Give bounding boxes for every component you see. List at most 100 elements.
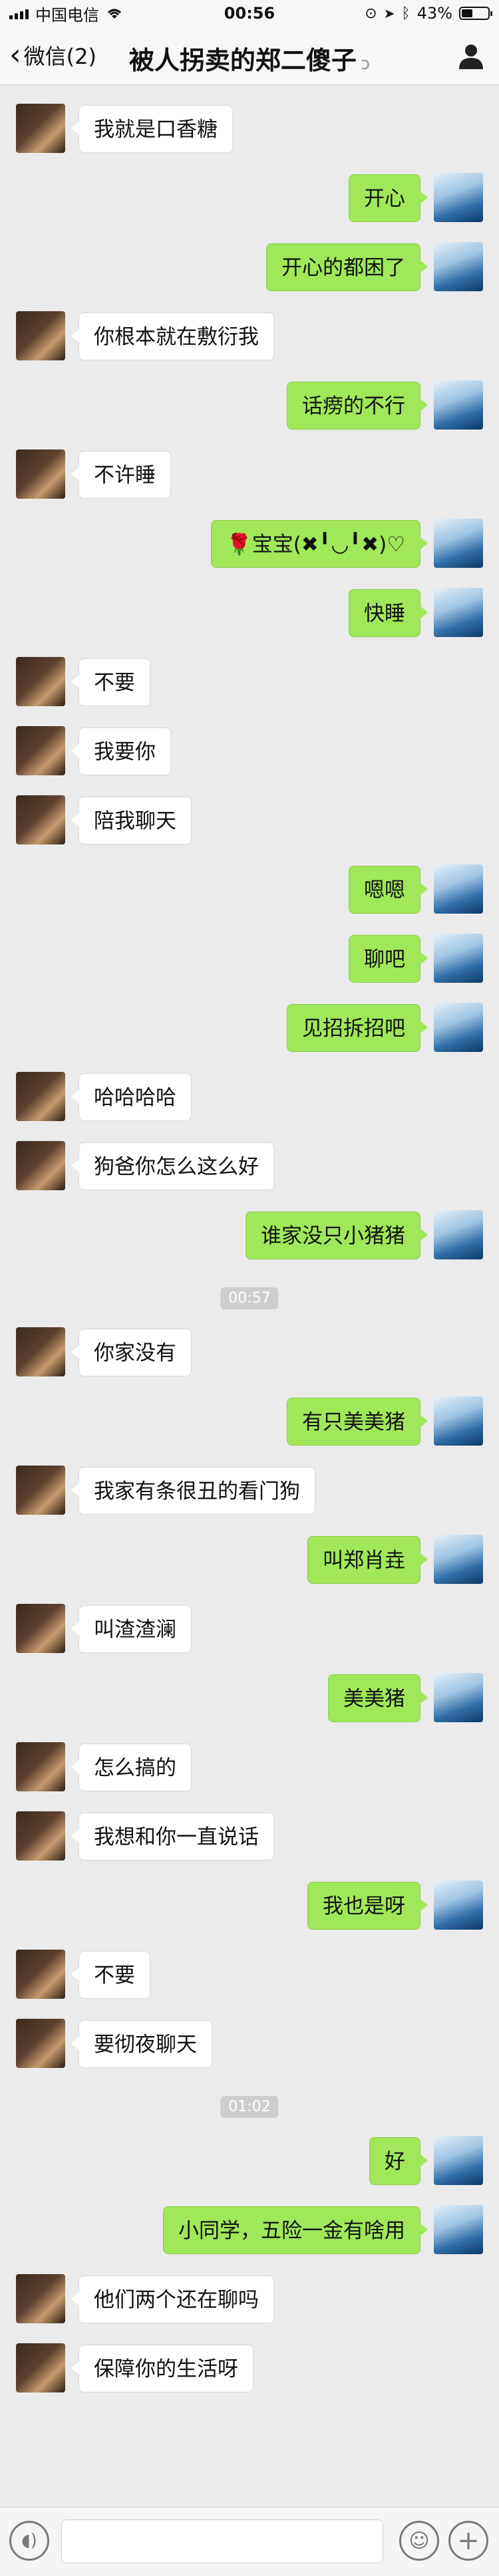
self-avatar[interactable] — [434, 1003, 483, 1052]
input-bar: ◖) ☺ + — [0, 2507, 499, 2576]
message-bubble[interactable]: 陪我聊天 — [71, 797, 192, 844]
message-bubble[interactable]: 我也是呀 — [307, 1882, 428, 1930]
contact-avatar[interactable] — [16, 311, 65, 360]
contact-avatar[interactable] — [16, 1604, 65, 1653]
message-bubble[interactable]: 保障你的生活呀 — [71, 2345, 253, 2392]
self-avatar[interactable] — [434, 173, 483, 222]
self-avatar[interactable] — [434, 242, 483, 291]
self-avatar[interactable] — [434, 864, 483, 914]
message-bubble[interactable]: 怎么搞的 — [71, 1743, 192, 1791]
message-row-received: 保障你的生活呀 — [0, 2338, 499, 2407]
message-row-sent: 见招拆招吧 — [0, 997, 499, 1067]
plus-icon[interactable]: + — [448, 2521, 488, 2561]
self-avatar[interactable] — [434, 1673, 483, 1722]
message-input[interactable] — [61, 2519, 383, 2563]
message-row-sent: 美美猪 — [0, 1668, 499, 1737]
message-bubble[interactable]: 好 — [369, 2137, 428, 2185]
message-row-received: 你家没有 — [0, 1322, 499, 1391]
contact-avatar[interactable] — [16, 1072, 65, 1121]
voice-icon[interactable]: ◖) — [9, 2521, 49, 2561]
self-avatar[interactable] — [434, 934, 483, 983]
message-bubble[interactable]: 我家有条很丑的看门狗 — [71, 1467, 315, 1515]
message-bubble[interactable]: 你根本就在敷衍我 — [71, 313, 274, 360]
self-avatar[interactable] — [434, 1880, 483, 1930]
timestamp-row: 01:02 — [0, 2083, 499, 2130]
contact-avatar[interactable] — [16, 1141, 65, 1190]
emoji-icon[interactable]: ☺ — [399, 2521, 439, 2561]
message-row-sent: 开心的都困了 — [0, 237, 499, 306]
message-row-sent: 话痨的不行 — [0, 375, 499, 444]
message-bubble[interactable]: 开心 — [349, 174, 428, 222]
message-row-received: 不要 — [0, 1944, 499, 2013]
contact-avatar[interactable] — [16, 1742, 65, 1791]
message-bubble[interactable]: 我想和你一直说话 — [71, 1813, 274, 1861]
location-icon: ➤ — [383, 5, 395, 21]
message-bubble[interactable]: 有只美美猪 — [287, 1398, 428, 1446]
message-bubble[interactable]: 不要 — [71, 658, 150, 706]
contact-avatar[interactable] — [16, 2343, 65, 2392]
message-row-received: 你根本就在敷衍我 — [0, 306, 499, 375]
message-row-sent: 聊吧 — [0, 928, 499, 997]
message-bubble[interactable]: 他们两个还在聊吗 — [71, 2275, 274, 2323]
self-avatar[interactable] — [434, 1210, 483, 1259]
message-bubble[interactable]: 美美猪 — [328, 1674, 428, 1722]
message-bubble[interactable]: 不许睡 — [71, 451, 171, 499]
self-avatar[interactable] — [434, 1535, 483, 1584]
self-avatar[interactable] — [434, 380, 483, 430]
message-bubble[interactable]: 我要你 — [71, 727, 171, 775]
message-row-received: 我家有条很丑的看门狗 — [0, 1460, 499, 1529]
contact-avatar[interactable] — [16, 2274, 65, 2323]
message-bubble[interactable]: 不要 — [71, 1951, 150, 1999]
self-avatar[interactable] — [434, 1396, 483, 1446]
message-bubble[interactable]: 要彻夜聊天 — [71, 2020, 212, 2068]
message-row-sent: 叫郑肖垚 — [0, 1529, 499, 1599]
message-bubble[interactable]: 哈哈哈哈 — [71, 1073, 192, 1121]
contact-avatar[interactable] — [16, 1466, 65, 1515]
person-icon[interactable] — [456, 41, 486, 70]
contact-avatar[interactable] — [16, 1811, 65, 1861]
message-row-sent: 好 — [0, 2130, 499, 2200]
contact-avatar[interactable] — [16, 104, 65, 153]
message-bubble[interactable]: 话痨的不行 — [287, 382, 428, 430]
self-avatar[interactable] — [434, 588, 483, 637]
message-row-received: 陪我聊天 — [0, 790, 499, 859]
chat-title-text: 被人拐卖的郑二傻子 — [128, 46, 357, 75]
message-bubble[interactable]: 狗爸你怎么这么好 — [71, 1142, 274, 1190]
message-bubble[interactable]: 聊吧 — [349, 935, 428, 983]
message-bubble[interactable]: 我就是口香糖 — [71, 105, 233, 153]
message-bubble[interactable]: 叫渣渣澜 — [71, 1605, 192, 1653]
contact-avatar[interactable] — [16, 450, 65, 499]
timestamp-badge: 01:02 — [220, 2096, 279, 2118]
nav-bar: ‹ 微信(2) 被人拐卖的郑二傻子 ↄ — [0, 27, 499, 85]
chat-title: 被人拐卖的郑二傻子 ↄ — [0, 40, 499, 76]
message-row-received: 我就是口香糖 — [0, 98, 499, 168]
contact-avatar[interactable] — [16, 1327, 65, 1376]
message-bubble[interactable]: 你家没有 — [71, 1329, 192, 1376]
message-row-received: 不要 — [0, 652, 499, 721]
timestamp-badge: 00:57 — [220, 1287, 279, 1309]
message-bubble[interactable]: 嗯嗯 — [349, 866, 428, 914]
self-avatar[interactable] — [434, 519, 483, 568]
message-bubble[interactable]: 小同学，五险一金有啥用 — [163, 2206, 428, 2254]
message-bubble[interactable]: 谁家没只小猪猪 — [246, 1212, 428, 1259]
message-bubble[interactable]: 🌹宝宝(✖╹◡╹✖)♡ — [211, 520, 428, 568]
message-bubble[interactable]: 开心的都困了 — [266, 243, 428, 291]
timestamp-row: 00:57 — [0, 1274, 499, 1322]
contact-avatar[interactable] — [16, 657, 65, 706]
chat-list[interactable]: 我就是口香糖开心开心的都困了你根本就在敷衍我 话痨的不行不许睡 🌹宝宝(✖╹◡╹✖)… — [0, 98, 499, 2407]
self-avatar[interactable] — [434, 2205, 483, 2254]
contact-avatar[interactable] — [16, 795, 65, 844]
message-row-received: 我要你 — [0, 721, 499, 790]
rotation-lock-icon: ⊙ — [365, 5, 377, 22]
contact-avatar[interactable] — [16, 2019, 65, 2068]
message-row-received: 怎么搞的 — [0, 1737, 499, 1806]
status-right: ⊙ ➤ ᛒ 43% — [365, 4, 492, 23]
message-row-received: 他们两个还在聊吗 — [0, 2269, 499, 2338]
contact-avatar[interactable] — [16, 1950, 65, 1999]
message-bubble[interactable]: 见招拆招吧 — [287, 1004, 428, 1052]
message-bubble[interactable]: 叫郑肖垚 — [307, 1536, 428, 1584]
self-avatar[interactable] — [434, 2136, 483, 2185]
message-row-received: 不许睡 — [0, 444, 499, 513]
contact-avatar[interactable] — [16, 726, 65, 775]
message-bubble[interactable]: 快睡 — [349, 589, 428, 637]
